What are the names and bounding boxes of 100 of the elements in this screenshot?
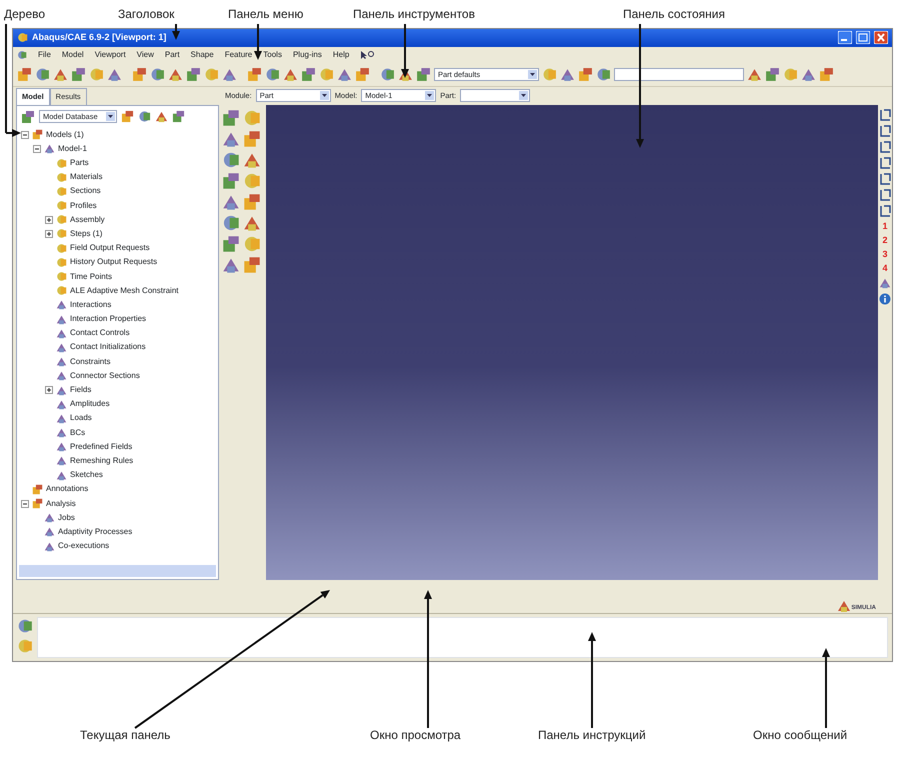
caret-icon[interactable] xyxy=(528,70,537,79)
toolbox-icon[interactable] xyxy=(222,172,240,190)
tree-item[interactable]: Analysis xyxy=(46,498,76,510)
horizontal-scrollbar[interactable] xyxy=(19,564,216,577)
tree-item-icon xyxy=(56,470,67,481)
menu-item[interactable]: Feature xyxy=(224,48,252,61)
tree-item[interactable]: Amplitudes xyxy=(70,398,110,410)
tree-tool-icon[interactable] xyxy=(121,110,134,124)
tree-item[interactable]: History Output Requests xyxy=(70,256,158,268)
view-icon[interactable] xyxy=(880,156,890,169)
view-icon[interactable] xyxy=(880,204,890,217)
toolbox-icon[interactable] xyxy=(222,108,240,127)
tree-item[interactable]: Remeshing Rules xyxy=(70,454,134,467)
maximize-icon[interactable] xyxy=(856,31,870,44)
toolbox-icon[interactable] xyxy=(222,214,240,232)
tree-item-icon xyxy=(32,498,43,510)
tree-item[interactable]: Steps (1) xyxy=(70,228,102,240)
view-number-button[interactable]: 4 xyxy=(882,262,888,273)
close-icon[interactable] xyxy=(874,31,888,44)
toolbox-icon[interactable] xyxy=(222,150,240,169)
menu-item[interactable]: Shape xyxy=(190,48,214,61)
tree-tool-icon[interactable] xyxy=(138,110,151,124)
tree-item[interactable]: Annotations xyxy=(46,483,88,496)
tree-item[interactable]: Interactions xyxy=(70,298,112,311)
menu-item[interactable]: Help xyxy=(332,48,350,61)
tree-item[interactable]: Model-1 xyxy=(58,142,87,155)
tree-item[interactable]: Profiles xyxy=(70,200,97,212)
tree-item-icon xyxy=(44,526,55,538)
tree-item-icon xyxy=(56,256,67,268)
expander-icon[interactable] xyxy=(45,216,53,224)
tree-item[interactable]: Constraints xyxy=(70,356,110,368)
view-icon[interactable] xyxy=(880,188,890,201)
view-icon[interactable] xyxy=(880,172,890,185)
view-number-button[interactable]: 3 xyxy=(882,248,888,259)
menu-item[interactable]: Plug-ins xyxy=(292,48,322,61)
tree-item[interactable]: Assembly xyxy=(70,214,105,226)
tree-item-icon xyxy=(56,200,67,212)
tree-item-icon xyxy=(56,398,67,410)
info-icon[interactable] xyxy=(879,292,891,305)
annotation-label: Заголовок xyxy=(118,7,174,21)
caret-icon[interactable] xyxy=(425,91,434,100)
tree-item[interactable]: Jobs xyxy=(58,512,75,524)
annotation-label: Текущая панель xyxy=(80,728,170,742)
view-icon[interactable] xyxy=(880,108,890,121)
toolbox-icon[interactable] xyxy=(222,234,240,253)
tree-item[interactable]: Connector Sections xyxy=(70,370,140,382)
tree-item[interactable]: Sketches xyxy=(70,469,103,482)
menu-item[interactable]: Viewport xyxy=(94,48,126,61)
tree-item[interactable]: Sections xyxy=(70,185,101,198)
tree-item-icon xyxy=(56,299,67,310)
tree-item[interactable]: Contact Initializations xyxy=(70,341,146,354)
view-number-button[interactable]: 1 xyxy=(882,220,888,231)
tree-tool-icon[interactable] xyxy=(172,110,185,124)
minimize-icon[interactable] xyxy=(838,31,852,44)
expander-icon[interactable] xyxy=(45,230,53,238)
tree-item-icon xyxy=(56,356,67,368)
tree-item[interactable]: Materials xyxy=(70,171,102,184)
tree-item[interactable]: Time Points xyxy=(70,270,112,283)
menu-item[interactable]: File xyxy=(38,48,51,61)
annotation-label: Панель инструкций xyxy=(538,728,646,742)
expander-icon[interactable] xyxy=(21,130,29,139)
tree-item-icon xyxy=(56,214,67,226)
caret-icon[interactable] xyxy=(106,112,115,122)
annotation-label: Панель состояния xyxy=(623,7,725,21)
expander-icon[interactable] xyxy=(33,144,41,153)
toolbox-icon[interactable] xyxy=(243,192,261,211)
tree-item[interactable]: Predefined Fields xyxy=(70,440,132,453)
tree-item[interactable]: Contact Controls xyxy=(70,327,130,340)
toolbox-icon[interactable] xyxy=(243,130,261,148)
tree-item[interactable]: Parts xyxy=(70,157,89,170)
tree-item-icon xyxy=(32,484,43,495)
tree-item[interactable]: Fields xyxy=(70,384,92,396)
tree-item-icon xyxy=(56,441,67,452)
view-number-button[interactable]: 2 xyxy=(882,234,888,245)
selection-field[interactable] xyxy=(614,68,744,81)
message-tab-icon[interactable] xyxy=(17,618,33,634)
tree-item[interactable]: Field Output Requests xyxy=(70,242,150,254)
tree-item[interactable]: Adaptivity Processes xyxy=(58,526,132,538)
tree-item[interactable]: Interaction Properties xyxy=(70,313,146,326)
help-pointer-icon[interactable] xyxy=(360,50,374,60)
tree-tool-icon[interactable] xyxy=(155,110,168,124)
tree-item[interactable]: ALE Adaptive Mesh Constraint xyxy=(70,284,179,297)
tree-item[interactable]: Models (1) xyxy=(46,128,84,141)
tree-item[interactable]: Co-executions xyxy=(58,540,110,552)
expander-icon[interactable] xyxy=(45,386,53,394)
expander-icon[interactable] xyxy=(21,500,29,508)
view-icon[interactable] xyxy=(880,140,890,153)
tree-item-icon xyxy=(56,271,67,282)
menu-item[interactable]: View xyxy=(136,48,154,61)
caret-icon[interactable] xyxy=(519,91,528,100)
menu-app-icon[interactable] xyxy=(17,50,27,60)
tree-item[interactable]: Loads xyxy=(70,412,92,424)
menu-item[interactable]: Model xyxy=(62,48,84,61)
menu-item[interactable]: Tools xyxy=(263,48,282,61)
menu-item[interactable]: Part xyxy=(164,48,180,61)
toolbox-icon[interactable] xyxy=(243,256,261,274)
tree-item[interactable]: BCs xyxy=(70,426,86,439)
tree-item-icon xyxy=(56,228,67,240)
caret-icon[interactable] xyxy=(320,91,329,100)
view-icon[interactable] xyxy=(880,124,890,137)
